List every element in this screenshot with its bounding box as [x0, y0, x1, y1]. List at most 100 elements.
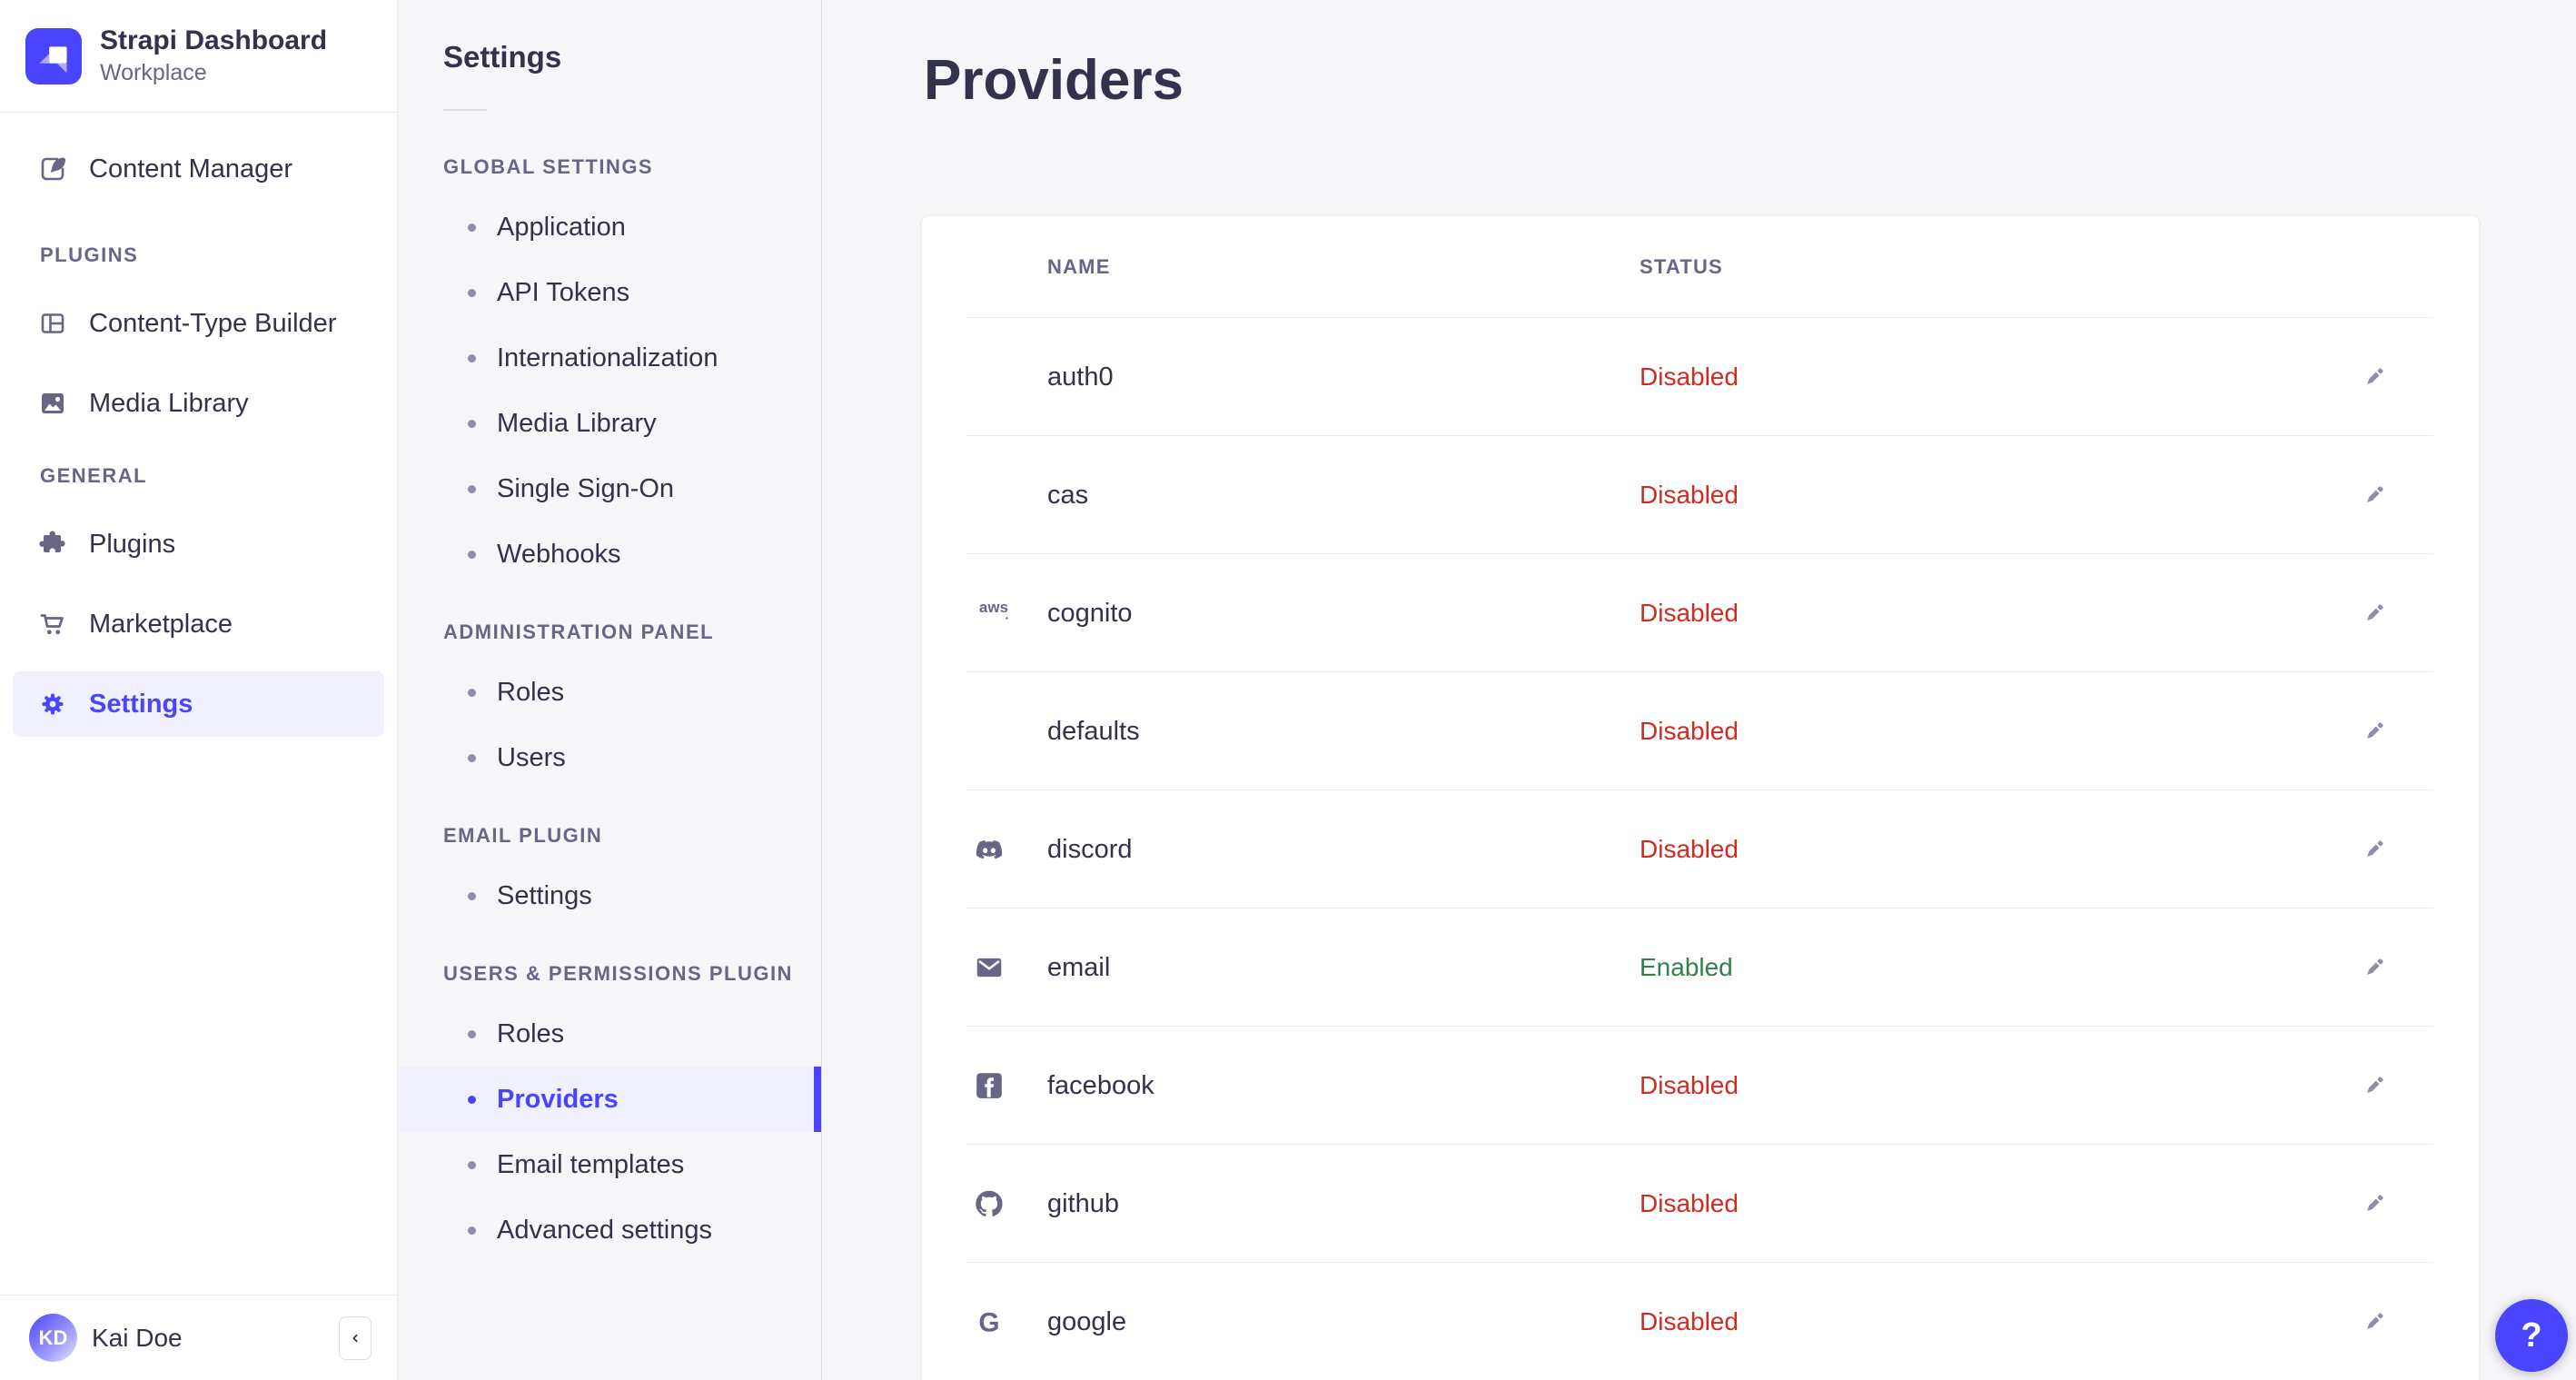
edit-provider-button[interactable] [2356, 359, 2393, 395]
divider [443, 109, 487, 111]
edit-provider-button[interactable] [2356, 713, 2393, 750]
provider-name: email [1047, 952, 1111, 982]
marketplace-icon [38, 610, 67, 639]
provider-status: Disabled [1640, 599, 1739, 627]
sidebar-footer: KD Kai Doe [0, 1295, 397, 1380]
provider-status: Enabled [1640, 953, 1733, 981]
provider-name: discord [1047, 834, 1133, 864]
workspace-name: Workplace [100, 60, 207, 85]
settings-item-label: Email templates [497, 1149, 685, 1179]
settings-nav-item-roles[interactable]: Roles [398, 660, 821, 725]
email-icon [974, 952, 1047, 983]
bullet-icon [468, 419, 476, 428]
gear-icon [38, 690, 67, 719]
settings-nav-item-application[interactable]: Application [398, 194, 821, 260]
user-name: Kai Doe [92, 1323, 183, 1352]
bullet-icon [468, 891, 476, 900]
settings-nav-item-users[interactable]: Users [398, 725, 821, 790]
bullet-icon [468, 288, 476, 297]
settings-nav-item-roles[interactable]: Roles [398, 1001, 821, 1067]
settings-item-label: Internationalization [497, 343, 718, 372]
edit-provider-button[interactable] [2356, 477, 2393, 513]
provider-name: cognito [1047, 598, 1133, 628]
strapi-logo-icon [25, 27, 82, 84]
edit-provider-button[interactable] [2356, 1186, 2393, 1222]
app-title: Strapi Dashboard [100, 25, 328, 55]
bullet-icon [468, 484, 476, 493]
pencil-icon [2361, 954, 2388, 981]
provider-name: google [1047, 1306, 1127, 1336]
chevron-left-icon [347, 1330, 363, 1346]
table-row-auth0: auth0 Disabled [922, 318, 2479, 436]
pencil-icon [2361, 1190, 2388, 1217]
bullet-icon [468, 753, 476, 762]
settings-nav-item-email-templates[interactable]: Email templates [398, 1132, 821, 1197]
table-header-row: NAME STATUS [922, 216, 2479, 318]
settings-nav-item-advanced-settings[interactable]: Advanced settings [398, 1197, 821, 1263]
column-header-name: NAME [1047, 255, 1111, 278]
help-button[interactable]: ? [2495, 1299, 2568, 1372]
settings-nav-item-internationalization[interactable]: Internationalization [398, 325, 821, 391]
sidebar-item-media-library[interactable]: Media Library [13, 371, 384, 436]
column-header-status: STATUS [1640, 255, 1723, 278]
settings-item-label: Roles [497, 1018, 565, 1048]
provider-status: Disabled [1640, 481, 1739, 509]
sidebar-item-settings[interactable]: Settings [13, 671, 384, 737]
settings-nav-item-api-tokens[interactable]: API Tokens [398, 260, 821, 325]
settings-nav-item-settings[interactable]: Settings [398, 863, 821, 928]
settings-item-label: Settings [497, 880, 592, 910]
providers-table-card: NAME STATUS auth0 Disabled cas Disabled … [922, 216, 2479, 1380]
github-icon [974, 1188, 1047, 1219]
sidebar-item-label: Media Library [89, 388, 249, 418]
table-row-email: email Enabled [922, 908, 2479, 1027]
media-library-icon [38, 389, 67, 418]
bullet-icon [468, 1160, 476, 1169]
settings-section-label: ADMINISTRATION PANEL [443, 621, 715, 643]
sidebar-nav: Content Manager PLUGINS Content-Type Bui… [0, 113, 397, 1295]
table-row-cas: cas Disabled [922, 436, 2479, 554]
brand: Strapi Dashboard Workplace [0, 0, 397, 112]
pencil-icon [2361, 482, 2388, 509]
collapse-sidebar-button[interactable] [339, 1315, 372, 1360]
sidebar-item-plugins[interactable]: Plugins [13, 511, 384, 577]
settings-nav-item-single-sign-on[interactable]: Single Sign-On [398, 456, 821, 521]
settings-item-label: Media Library [497, 408, 657, 438]
settings-item-label: Roles [497, 677, 565, 707]
pencil-icon [2361, 718, 2388, 745]
bullet-icon [468, 223, 476, 232]
sidebar-item-content-manager[interactable]: Content Manager [13, 136, 384, 202]
page-title: Providers [924, 49, 1184, 112]
settings-item-label: Advanced settings [497, 1215, 712, 1245]
plugins-icon [38, 530, 67, 559]
avatar[interactable]: KD [29, 1314, 77, 1362]
provider-status: Disabled [1640, 1307, 1739, 1335]
settings-item-label: Providers [497, 1084, 619, 1114]
sidebar-item-label: Content Manager [89, 154, 293, 184]
bullet-icon [468, 688, 476, 697]
bullet-icon [468, 1095, 476, 1104]
provider-name: cas [1047, 480, 1089, 510]
table-row-cognito: cognito Disabled [922, 554, 2479, 672]
facebook-icon [974, 1070, 1047, 1101]
bullet-icon [468, 353, 476, 362]
bullet-icon [468, 550, 476, 559]
edit-provider-button[interactable] [2356, 595, 2393, 631]
settings-item-label: Webhooks [497, 539, 621, 569]
edit-provider-button[interactable] [2356, 1067, 2393, 1104]
sidebar-item-marketplace[interactable]: Marketplace [13, 591, 384, 657]
sidebar-item-content-type-builder[interactable]: Content-Type Builder [13, 291, 384, 356]
bullet-icon [468, 1226, 476, 1235]
settings-item-label: Application [497, 212, 626, 242]
sidebar-item-label: Settings [89, 689, 193, 719]
pencil-icon [2361, 363, 2388, 391]
settings-item-label: Single Sign-On [497, 473, 675, 503]
main-content: Providers NAME STATUS auth0 Disabled cas… [823, 0, 2576, 1380]
settings-nav-item-webhooks[interactable]: Webhooks [398, 521, 821, 587]
settings-nav-item-media-library[interactable]: Media Library [398, 391, 821, 456]
edit-provider-button[interactable] [2356, 1304, 2393, 1340]
settings-nav-item-providers[interactable]: Providers [398, 1067, 821, 1132]
sidebar-section-label: PLUGINS [40, 243, 139, 266]
edit-provider-button[interactable] [2356, 949, 2393, 986]
edit-provider-button[interactable] [2356, 831, 2393, 868]
provider-status: Disabled [1640, 1071, 1739, 1099]
